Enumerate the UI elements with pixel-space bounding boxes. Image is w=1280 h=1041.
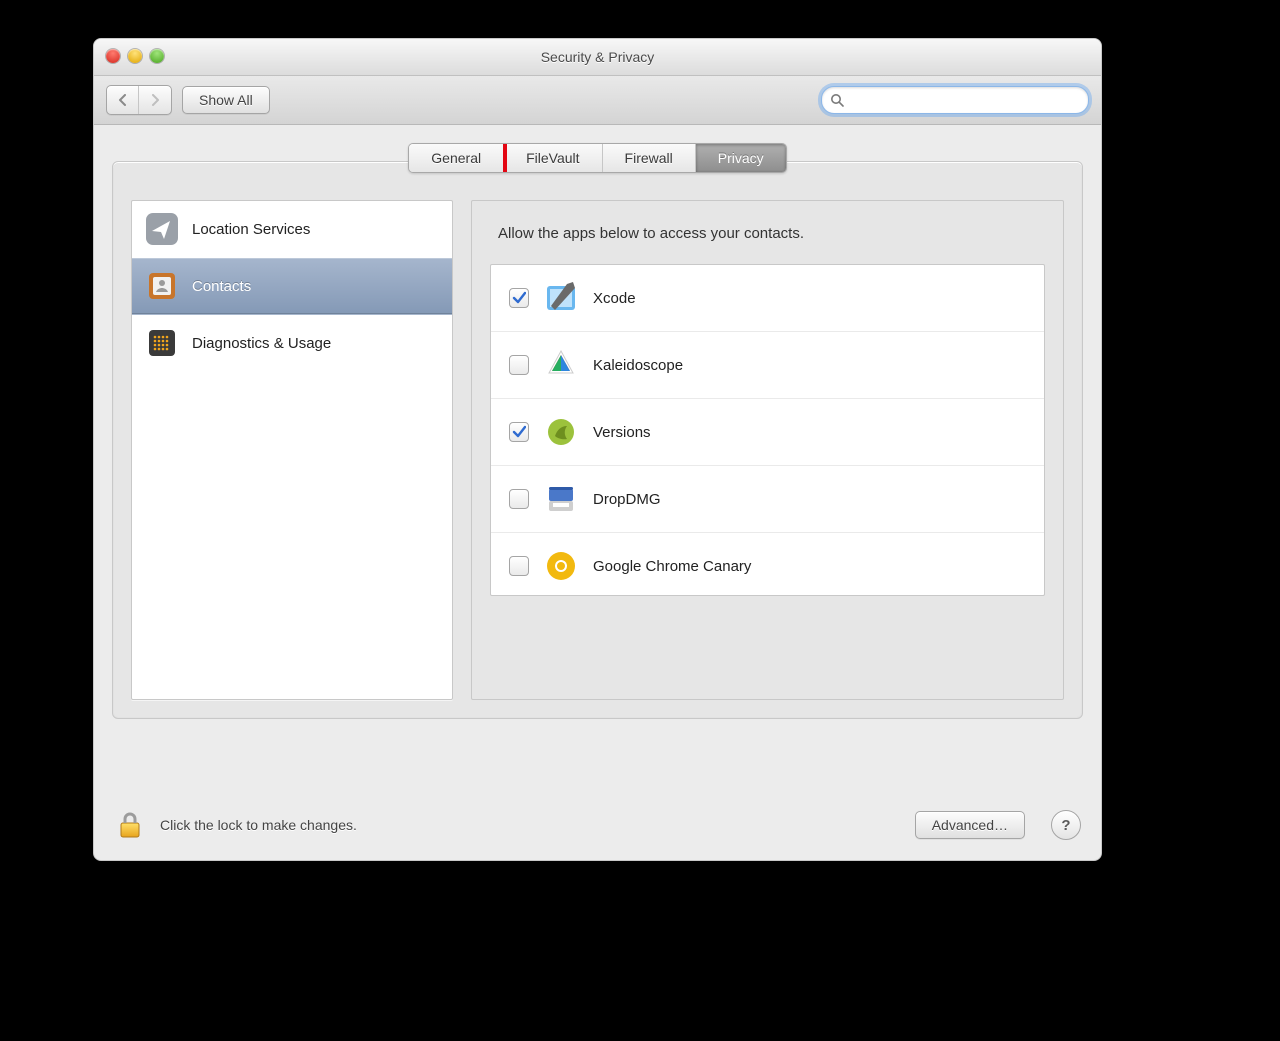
lock-icon[interactable] — [114, 809, 146, 841]
app-permission-checkbox[interactable] — [509, 288, 529, 308]
app-permission-checkbox[interactable] — [509, 489, 529, 509]
back-button[interactable] — [107, 86, 139, 114]
app-row-dropdmg: DropDMG — [491, 466, 1044, 533]
xcode-icon — [543, 280, 579, 316]
app-row-google-chrome-canary: Google Chrome Canary — [491, 533, 1044, 596]
sidebar-item-diagnostics-usage[interactable]: Diagnostics & Usage — [132, 315, 452, 372]
sidebar-item-label: Diagnostics & Usage — [192, 335, 331, 352]
sidebar-item-location-services[interactable]: Location Services — [132, 201, 452, 258]
sidebar-item-label: Location Services — [192, 221, 310, 238]
preferences-window: Security & Privacy Show All — [93, 38, 1102, 861]
checkmark-icon — [512, 291, 526, 305]
forward-button[interactable] — [139, 86, 171, 114]
app-permission-checkbox[interactable] — [509, 556, 529, 576]
app-name-label: Google Chrome Canary — [593, 558, 751, 575]
advanced-button[interactable]: Advanced… — [915, 811, 1025, 839]
chevron-right-icon — [150, 94, 160, 106]
tab-bar: GeneralFileVaultFirewallPrivacy — [112, 143, 1083, 173]
sidebar-item-contacts[interactable]: Contacts — [132, 258, 452, 315]
search-input[interactable] — [850, 92, 1080, 109]
tab-filevault[interactable]: FileVault — [504, 144, 602, 172]
kaleidoscope-icon — [543, 347, 579, 383]
app-row-kaleidoscope: Kaleidoscope — [491, 332, 1044, 399]
tab-privacy[interactable]: Privacy — [696, 144, 786, 172]
search-icon — [830, 93, 844, 107]
lock-hint-text: Click the lock to make changes. — [160, 817, 357, 833]
close-window-button[interactable] — [106, 49, 120, 63]
traffic-lights — [106, 49, 164, 63]
search-field[interactable] — [821, 86, 1089, 114]
address-book-icon — [146, 270, 178, 302]
location-arrow-icon — [146, 213, 178, 245]
window-title: Security & Privacy — [94, 49, 1101, 65]
app-row-versions: Versions — [491, 399, 1044, 466]
tab-general[interactable]: General — [409, 144, 504, 172]
help-button[interactable]: ? — [1051, 810, 1081, 840]
app-permission-checkbox[interactable] — [509, 355, 529, 375]
app-permission-list: Xcode Kaleidoscope Versions DropDMG Google C… — [490, 264, 1045, 596]
privacy-detail-heading: Allow the apps below to access your cont… — [498, 225, 1037, 242]
app-name-label: Versions — [593, 424, 651, 441]
panel-group: Location Services Contacts Diagnostics & U… — [112, 161, 1083, 719]
nav-back-forward — [106, 85, 172, 115]
show-all-button[interactable]: Show All — [182, 86, 270, 114]
chevron-left-icon — [118, 94, 128, 106]
app-name-label: Kaleidoscope — [593, 357, 683, 374]
diagnostics-icon — [146, 327, 178, 359]
privacy-detail-panel: Allow the apps below to access your cont… — [471, 200, 1064, 700]
privacy-category-list: Location Services Contacts Diagnostics & U… — [131, 200, 453, 700]
app-name-label: DropDMG — [593, 491, 661, 508]
toolbar: Show All — [94, 76, 1101, 125]
zoom-window-button[interactable] — [150, 49, 164, 63]
versions-icon — [543, 414, 579, 450]
checkmark-icon — [512, 425, 526, 439]
minimize-window-button[interactable] — [128, 49, 142, 63]
chrome-canary-icon — [543, 548, 579, 584]
tab-firewall[interactable]: Firewall — [603, 144, 696, 172]
titlebar: Security & Privacy — [94, 39, 1101, 76]
app-name-label: Xcode — [593, 290, 636, 307]
dropdmg-icon — [543, 481, 579, 517]
app-permission-checkbox[interactable] — [509, 422, 529, 442]
footer: Click the lock to make changes. Advanced… — [94, 790, 1101, 860]
app-row-xcode: Xcode — [491, 265, 1044, 332]
sidebar-item-label: Contacts — [192, 278, 251, 295]
